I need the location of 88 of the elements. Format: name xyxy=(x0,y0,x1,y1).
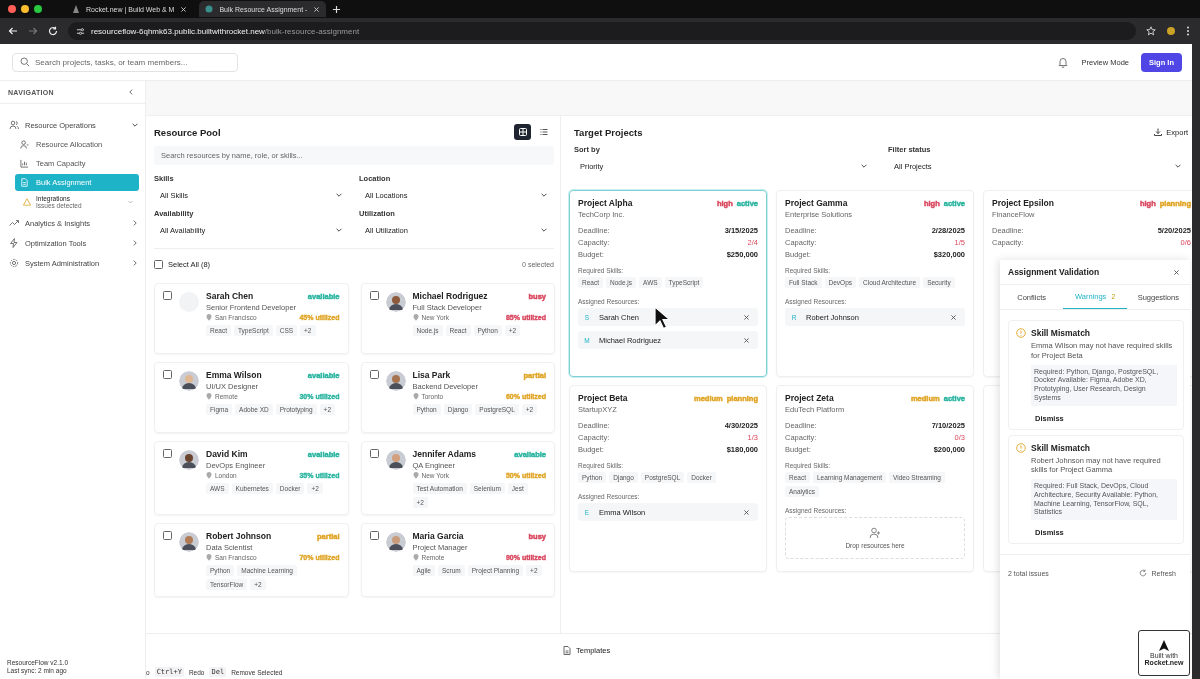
bookmark-star-icon[interactable] xyxy=(1146,26,1156,36)
location-pin-icon xyxy=(412,554,419,561)
project-name: Project Epsilon xyxy=(992,198,1054,208)
location-pin-icon xyxy=(206,554,212,561)
gear-icon xyxy=(9,258,19,268)
panel-title: Assignment Validation xyxy=(1008,267,1100,277)
add-user-icon xyxy=(869,527,881,539)
window-maximize-button[interactable] xyxy=(34,5,42,13)
chevron-down-icon xyxy=(131,121,139,129)
users-icon xyxy=(9,120,19,130)
extension-icon[interactable] xyxy=(1166,26,1176,36)
site-settings-icon xyxy=(76,26,85,36)
project-name: Project Zeta xyxy=(785,393,834,403)
notification-bell-icon[interactable] xyxy=(1057,56,1070,68)
trend-up-icon xyxy=(9,218,19,228)
list-icon xyxy=(539,128,548,136)
lightning-icon xyxy=(9,238,19,248)
checkbox[interactable] xyxy=(369,291,379,300)
location-pin-icon xyxy=(412,472,419,479)
alert-icon xyxy=(1016,328,1026,338)
resource-name: Maria Garcia xyxy=(412,531,464,541)
address-bar[interactable]: resourceflow-6qhmk63.public.builtwithrocket.new/bulk-resource-assignment xyxy=(68,22,1136,40)
section-title: Resource Pool xyxy=(154,126,221,138)
warning-icon xyxy=(23,198,31,206)
chevron-right-icon xyxy=(131,219,139,227)
close-icon[interactable] xyxy=(743,313,750,321)
chevron-left-icon xyxy=(127,88,135,96)
checkbox[interactable] xyxy=(163,449,172,458)
new-tab-icon[interactable] xyxy=(332,4,342,14)
close-icon[interactable] xyxy=(1173,268,1180,276)
browser-menu-icon[interactable] xyxy=(1186,26,1190,36)
window-minimize-button[interactable] xyxy=(21,5,29,13)
window-close-button[interactable] xyxy=(8,5,16,13)
resource-name: Sarah Chen xyxy=(206,291,254,301)
checkbox[interactable] xyxy=(369,449,379,458)
project-card[interactable] xyxy=(776,385,974,572)
checkbox[interactable] xyxy=(369,531,379,540)
search-icon xyxy=(20,57,30,67)
resource-name: Lisa Park xyxy=(412,370,451,380)
checkbox[interactable] xyxy=(163,291,172,300)
checkbox[interactable] xyxy=(369,370,379,379)
location-pin-icon xyxy=(206,472,212,479)
alert-icon xyxy=(1016,442,1026,453)
project-name: Project Beta xyxy=(578,393,628,403)
chevron-right-icon xyxy=(131,239,139,247)
checkbox[interactable] xyxy=(163,531,172,540)
checkbox[interactable] xyxy=(163,370,172,379)
download-icon xyxy=(1154,128,1163,136)
document-icon xyxy=(563,646,571,655)
reload-icon[interactable] xyxy=(48,26,58,36)
cursor-icon xyxy=(654,306,670,330)
warning-title: Skill Mismatch xyxy=(1031,328,1092,338)
resource-name: David Kim xyxy=(206,449,248,459)
grid-view-button[interactable] xyxy=(514,124,531,140)
chevron-down-icon xyxy=(540,226,548,234)
resource-name: Emma Wilson xyxy=(206,370,262,380)
close-icon[interactable] xyxy=(743,508,750,516)
user-icon xyxy=(20,140,29,149)
back-arrow-icon[interactable] xyxy=(8,26,18,36)
chevron-down-icon xyxy=(1174,162,1182,170)
resource-name: Michael Rodriguez xyxy=(412,291,488,301)
chevron-down-icon xyxy=(540,191,548,199)
location-pin-icon xyxy=(412,393,419,400)
forward-arrow-icon[interactable] xyxy=(28,26,38,36)
dropdown-icon xyxy=(128,200,133,204)
favicon-icon xyxy=(72,5,80,13)
grid-icon xyxy=(518,128,527,136)
resource-name: Jennifer Adams xyxy=(412,449,476,459)
bar-chart-icon xyxy=(20,159,29,168)
chevron-down-icon xyxy=(335,226,343,234)
document-icon xyxy=(20,178,29,187)
resource-name: Robert Johnson xyxy=(206,531,272,541)
location-pin-icon xyxy=(206,314,212,321)
chevron-down-icon xyxy=(860,162,868,170)
refresh-icon xyxy=(1139,569,1148,577)
location-pin-icon xyxy=(206,393,212,400)
location-pin-icon xyxy=(412,314,419,321)
project-name: Project Alpha xyxy=(578,198,633,208)
close-icon[interactable] xyxy=(743,336,750,344)
close-icon[interactable] xyxy=(950,313,957,321)
section-title: Target Projects xyxy=(574,126,643,138)
search-field[interactable]: Search projects, tasks, or team members... xyxy=(12,52,238,72)
favicon-icon xyxy=(205,5,214,13)
warning-title: Skill Mismatch xyxy=(1031,442,1092,453)
chevron-right-icon xyxy=(131,259,139,267)
rocket-logo-icon xyxy=(1158,640,1170,652)
chevron-down-icon xyxy=(335,191,343,199)
project-name: Project Gamma xyxy=(785,198,848,208)
